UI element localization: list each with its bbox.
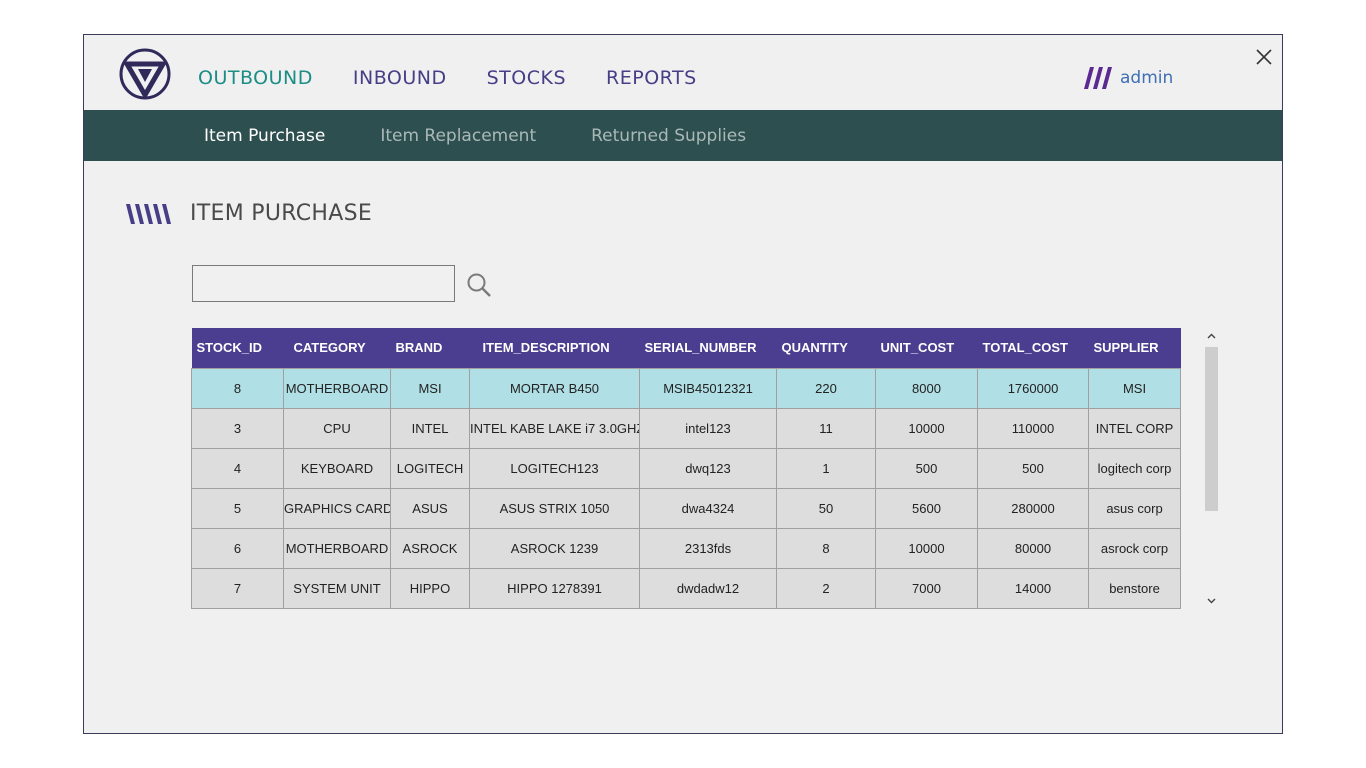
user-slashes-icon bbox=[1084, 67, 1112, 89]
table-cell[interactable]: 80000 bbox=[977, 527, 1089, 569]
table-cell[interactable]: 220 bbox=[776, 367, 876, 409]
column-header[interactable]: SUPPLIER bbox=[1088, 328, 1181, 368]
table-cell[interactable]: INTEL bbox=[390, 407, 470, 449]
nav-inbound[interactable]: INBOUND bbox=[353, 67, 447, 89]
table-cell[interactable]: intel123 bbox=[639, 407, 777, 449]
column-header[interactable]: ITEM_DESCRIPTION bbox=[469, 328, 640, 368]
column-header[interactable]: QUANTITY bbox=[776, 328, 876, 368]
table-cell[interactable]: benstore bbox=[1088, 567, 1181, 609]
user-name[interactable]: admin bbox=[1120, 68, 1173, 88]
table-cell[interactable]: dwdadw12 bbox=[639, 567, 777, 609]
table-cell[interactable]: LOGITECH123 bbox=[469, 447, 640, 489]
table-cell[interactable]: ASROCK bbox=[390, 527, 470, 569]
table-row[interactable]: 3 CPU INTEL INTEL KABE LAKE i7 3.0GHZ intel1… bbox=[191, 407, 1181, 449]
table-cell[interactable]: 8 bbox=[776, 527, 876, 569]
table-header-row: STOCK_ID CATEGORY BRAND ITEM_DESCRIPTION… bbox=[191, 328, 1181, 368]
table-cell[interactable]: LOGITECH bbox=[390, 447, 470, 489]
table-cell[interactable]: 110000 bbox=[977, 407, 1089, 449]
nav-stocks[interactable]: STOCKS bbox=[487, 67, 566, 89]
table-cell[interactable]: logitech corp bbox=[1088, 447, 1181, 489]
page-title: ITEM PURCHASE bbox=[126, 201, 372, 226]
table-cell[interactable]: 50 bbox=[776, 487, 876, 529]
table-cell[interactable]: 7 bbox=[191, 567, 284, 609]
table-row[interactable]: 7 SYSTEM UNIT HIPPO HIPPO 1278391 dwdadw12 2 7… bbox=[191, 567, 1181, 609]
table-cell[interactable]: MSI bbox=[390, 367, 470, 409]
table-cell[interactable]: 280000 bbox=[977, 487, 1089, 529]
column-header[interactable]: STOCK_ID bbox=[191, 328, 284, 368]
table-cell[interactable]: CPU bbox=[283, 407, 391, 449]
purchase-table: STOCK_ID CATEGORY BRAND ITEM_DESCRIPTION… bbox=[191, 328, 1181, 609]
table-cell[interactable]: ASUS STRIX 1050 bbox=[469, 487, 640, 529]
table-cell[interactable]: 10000 bbox=[875, 407, 978, 449]
column-header[interactable]: BRAND bbox=[390, 328, 470, 368]
table-cell[interactable]: MSI bbox=[1088, 367, 1181, 409]
table-cell[interactable]: 1760000 bbox=[977, 367, 1089, 409]
nav-reports[interactable]: REPORTS bbox=[606, 67, 697, 89]
table-cell[interactable]: MORTAR B450 bbox=[469, 367, 640, 409]
table-row[interactable]: 5 GRAPHICS CARD ASUS ASUS STRIX 1050 dwa4324… bbox=[191, 487, 1181, 529]
table-cell[interactable]: 8000 bbox=[875, 367, 978, 409]
subnav-item-purchase[interactable]: Item Purchase bbox=[204, 126, 325, 146]
table-cell[interactable]: 500 bbox=[977, 447, 1089, 489]
table-cell[interactable]: GRAPHICS CARD bbox=[283, 487, 391, 529]
table-cell[interactable]: SYSTEM UNIT bbox=[283, 567, 391, 609]
column-header[interactable]: CATEGORY bbox=[283, 328, 391, 368]
table-cell[interactable]: 5600 bbox=[875, 487, 978, 529]
search-input[interactable] bbox=[192, 265, 455, 302]
app-window: OUTBOUND INBOUND STOCKS REPORTS admin It… bbox=[83, 34, 1283, 734]
subnav-item-replacement[interactable]: Item Replacement bbox=[380, 126, 536, 146]
table-row[interactable]: 8 MOTHERBOARD MSI MORTAR B450 MSIB45012321 22… bbox=[191, 367, 1181, 409]
table-cell[interactable]: ASROCK 1239 bbox=[469, 527, 640, 569]
search-icon[interactable] bbox=[466, 272, 492, 298]
main-nav: OUTBOUND INBOUND STOCKS REPORTS bbox=[198, 67, 737, 89]
table-cell[interactable]: 4 bbox=[191, 447, 284, 489]
subnav-item-returned[interactable]: Returned Supplies bbox=[591, 126, 746, 146]
table-cell[interactable]: 7000 bbox=[875, 567, 978, 609]
column-header[interactable]: UNIT_COST bbox=[875, 328, 978, 368]
table-cell[interactable]: 2 bbox=[776, 567, 876, 609]
table-cell[interactable]: INTEL KABE LAKE i7 3.0GHZ bbox=[469, 407, 640, 449]
table-cell[interactable]: HIPPO bbox=[390, 567, 470, 609]
table-scrollbar[interactable] bbox=[1203, 328, 1220, 609]
table-cell[interactable]: 3 bbox=[191, 407, 284, 449]
logo-icon bbox=[119, 48, 171, 100]
table-cell[interactable]: INTEL CORP bbox=[1088, 407, 1181, 449]
close-icon[interactable] bbox=[1254, 47, 1274, 67]
table-cell[interactable]: dwa4324 bbox=[639, 487, 777, 529]
sub-nav: Item Purchase Item Replacement Returned … bbox=[84, 110, 1282, 161]
table-cell[interactable]: MSIB45012321 bbox=[639, 367, 777, 409]
table-cell[interactable]: 8 bbox=[191, 367, 284, 409]
table-cell[interactable]: 500 bbox=[875, 447, 978, 489]
page-title-text: ITEM PURCHASE bbox=[190, 201, 373, 226]
column-header[interactable]: TOTAL_COST bbox=[977, 328, 1089, 368]
table-cell[interactable]: 10000 bbox=[875, 527, 978, 569]
chevron-up-icon[interactable] bbox=[1203, 328, 1220, 345]
table-cell[interactable]: 11 bbox=[776, 407, 876, 449]
table-cell[interactable]: 14000 bbox=[977, 567, 1089, 609]
scrollbar-thumb[interactable] bbox=[1205, 347, 1218, 511]
table-cell[interactable]: HIPPO 1278391 bbox=[469, 567, 640, 609]
table-cell[interactable]: asrock corp bbox=[1088, 527, 1181, 569]
table-row[interactable]: 4 KEYBOARD LOGITECH LOGITECH123 dwq123 1 500 50… bbox=[191, 447, 1181, 489]
table-cell[interactable]: 6 bbox=[191, 527, 284, 569]
table-row[interactable]: 6 MOTHERBOARD ASROCK ASROCK 1239 2313fds 8 100… bbox=[191, 527, 1181, 569]
table-cell[interactable]: 5 bbox=[191, 487, 284, 529]
table-cell[interactable]: ASUS bbox=[390, 487, 470, 529]
table-cell[interactable]: MOTHERBOARD bbox=[283, 527, 391, 569]
chevron-down-icon[interactable] bbox=[1203, 592, 1220, 609]
stripes-icon bbox=[126, 203, 171, 224]
nav-outbound[interactable]: OUTBOUND bbox=[198, 67, 313, 89]
table-cell[interactable]: MOTHERBOARD bbox=[283, 367, 391, 409]
table-cell[interactable]: KEYBOARD bbox=[283, 447, 391, 489]
column-header[interactable]: SERIAL_NUMBER bbox=[639, 328, 777, 368]
user-menu[interactable]: admin bbox=[1084, 67, 1173, 89]
table-cell[interactable]: asus corp bbox=[1088, 487, 1181, 529]
table-cell[interactable]: 2313fds bbox=[639, 527, 777, 569]
table-cell[interactable]: dwq123 bbox=[639, 447, 777, 489]
table-cell[interactable]: 1 bbox=[776, 447, 876, 489]
